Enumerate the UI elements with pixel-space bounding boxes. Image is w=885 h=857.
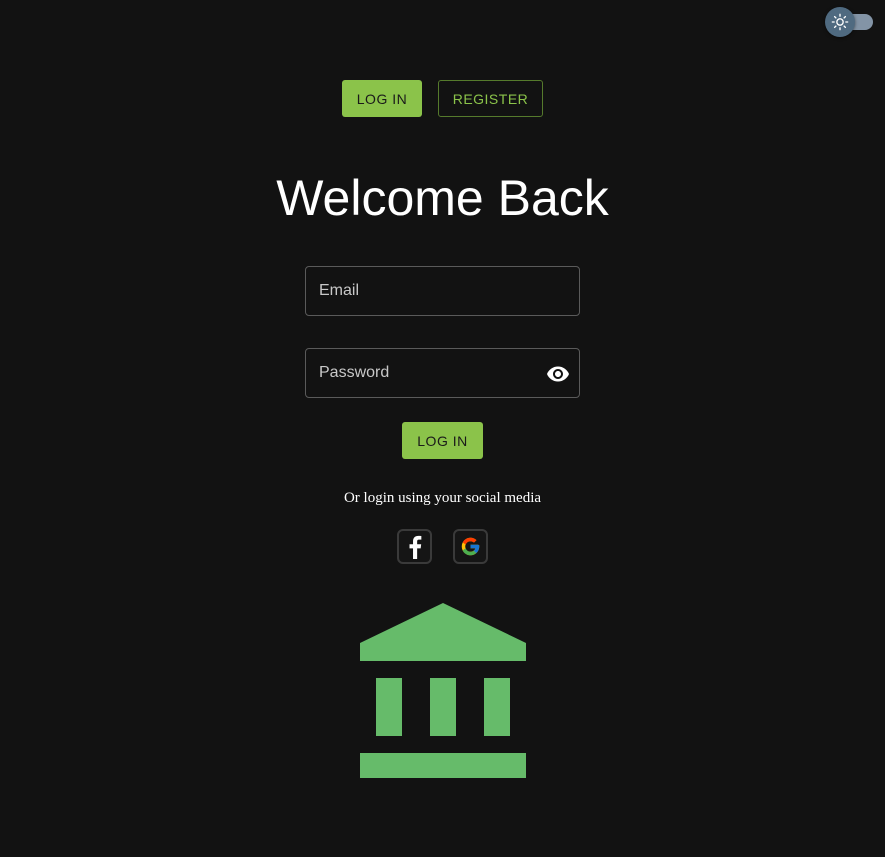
page-title: Welcome Back bbox=[276, 170, 609, 226]
tab-login[interactable]: LOG IN bbox=[342, 80, 422, 117]
google-login-button[interactable] bbox=[453, 529, 488, 564]
social-login-prompt: Or login using your social media bbox=[343, 490, 542, 506]
email-field[interactable] bbox=[306, 267, 579, 315]
bank-base bbox=[360, 753, 526, 778]
login-page: LOG IN REGISTER Welcome Back LOG IN Or l… bbox=[0, 0, 885, 857]
theme-toggle-thumb[interactable] bbox=[825, 7, 855, 37]
bank-roof bbox=[360, 603, 526, 661]
theme-toggle[interactable] bbox=[825, 7, 873, 37]
bank-column-middle bbox=[430, 678, 456, 736]
bank-column-left bbox=[376, 678, 402, 736]
facebook-icon bbox=[409, 535, 421, 559]
sun-icon bbox=[831, 13, 849, 31]
tab-register[interactable]: REGISTER bbox=[438, 80, 543, 117]
email-field-container[interactable] bbox=[305, 266, 580, 316]
eye-icon[interactable] bbox=[546, 362, 570, 386]
facebook-login-button[interactable] bbox=[397, 529, 432, 564]
login-button[interactable]: LOG IN bbox=[402, 422, 483, 459]
password-field-container[interactable] bbox=[305, 348, 580, 398]
bank-column-right bbox=[484, 678, 510, 736]
bank-icon bbox=[360, 603, 526, 778]
password-field[interactable] bbox=[306, 349, 579, 397]
google-icon bbox=[461, 537, 480, 556]
